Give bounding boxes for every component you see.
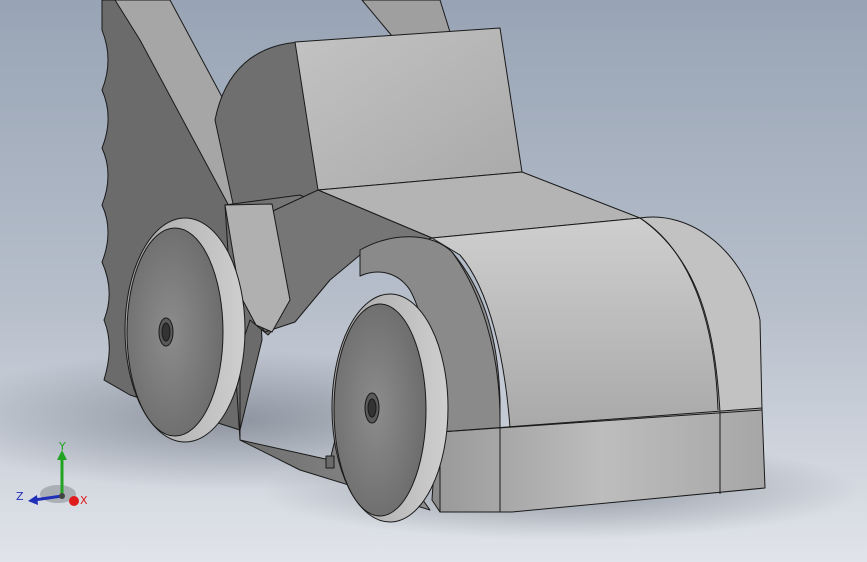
- z-axis-label: Z: [16, 490, 24, 503]
- graphics-viewport[interactable]: Y Z X: [0, 0, 867, 562]
- model-view[interactable]: [0, 0, 867, 562]
- triad-origin: [59, 493, 65, 499]
- body-peg: [325, 455, 335, 469]
- z-axis-arrow: [28, 495, 38, 505]
- x-axis-marker: [69, 496, 79, 506]
- front-wheel: [331, 293, 449, 523]
- seat-back: [294, 27, 523, 191]
- orientation-triad[interactable]: Y Z X: [14, 438, 94, 514]
- x-axis-label: X: [80, 494, 88, 507]
- y-axis-label: Y: [58, 440, 66, 453]
- rear-wheel: [124, 217, 246, 443]
